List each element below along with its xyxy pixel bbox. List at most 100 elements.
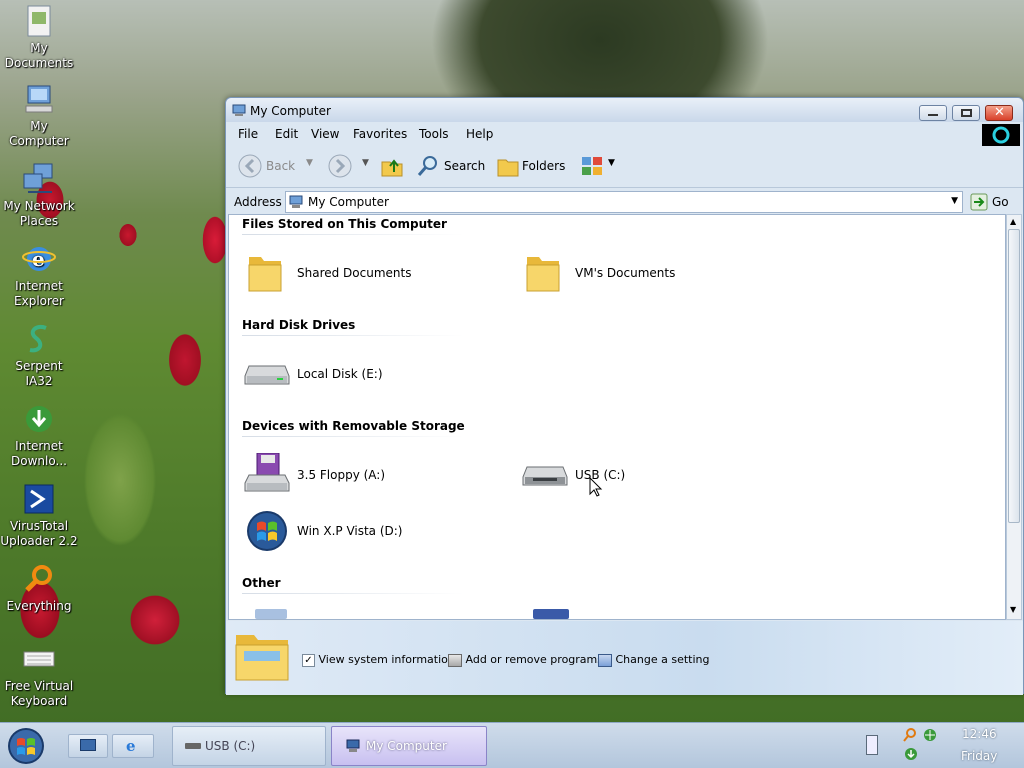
change-setting-link[interactable]: Change a setting [598,653,709,667]
check-icon: ✓ [302,653,315,667]
group-divider [242,436,464,437]
maximize-icon [961,109,972,117]
item-local-disk[interactable]: Local Disk (E:) [241,350,441,400]
search-icon [416,154,440,181]
my-documents-icon [22,4,56,38]
show-desktop-button[interactable] [68,734,108,758]
item-usb[interactable]: USB (C:) [519,451,719,501]
desktop-icon-my-computer[interactable]: My Computer [0,82,78,149]
group-title-removable: Devices with Removable Storage [242,419,465,433]
scroll-up-icon[interactable]: ▲ [1010,217,1016,226]
go-arrow-icon [970,193,988,214]
menu-view[interactable]: View [311,127,339,141]
folder-icon [245,251,285,295]
group-divider [242,335,464,336]
add-remove-programs-link[interactable]: Add or remove programs [448,653,603,667]
other-item-icon [533,609,569,619]
folders-button[interactable]: Folders [496,154,570,178]
network-places-icon [22,162,56,196]
item-winxp-vista[interactable]: Win X.P Vista (D:) [241,507,441,557]
usb-drive-icon [521,463,569,489]
keyboard-icon [22,642,56,676]
desktop-icon [80,739,96,751]
back-arrow-icon [238,154,262,181]
my-computer-icon [22,82,56,116]
folders-icon [496,154,520,181]
address-dropdown-icon[interactable]: ▼ [951,196,958,206]
tray-download-icon[interactable] [904,747,918,764]
everything-icon [22,562,56,596]
up-folder-icon[interactable] [380,154,404,181]
minimize-button[interactable] [919,105,947,121]
search-button[interactable]: Search [416,154,488,178]
floppy-drive-icon [243,452,291,496]
forward-arrow-icon [328,154,352,181]
folder-icon [523,251,563,295]
my-computer-small-icon [289,195,303,212]
my-computer-small-icon [346,739,360,756]
scroll-down-icon[interactable]: ▼ [1010,605,1016,614]
address-label: Address [234,195,282,209]
back-button[interactable]: Back ▼ [236,154,316,178]
group-title-other: Other [242,576,281,590]
taskbar-button-usb[interactable]: USB (C:) [172,726,326,766]
window-icon [232,104,246,120]
views-icon [580,154,604,181]
explorer-folder-icon [234,629,290,686]
clock-day[interactable]: Friday [961,749,997,763]
close-icon: ✕ [994,105,1005,120]
menu-edit[interactable]: Edit [275,127,298,141]
desktop-icon-my-documents[interactable]: My Documents [0,4,78,71]
close-button[interactable]: ✕ [985,105,1013,121]
windows-start-icon [8,728,44,764]
tray-search-icon[interactable] [902,727,918,746]
clock-time[interactable]: 12:46 [962,727,997,741]
internet-download-icon [22,402,56,436]
content-area: Files Stored on This Computer Shared Doc… [228,214,1006,620]
chevron-down-icon: ▼ [362,158,369,168]
tray-usb-icon[interactable] [866,735,878,755]
go-button[interactable]: Go [966,191,1016,213]
views-button[interactable]: ▼ [580,154,620,178]
usb-drive-icon [185,743,201,749]
group-title-hard-disks: Hard Disk Drives [242,318,356,332]
tray-network-icon[interactable] [922,727,938,746]
taskbar-button-my-computer[interactable]: My Computer [331,726,487,766]
view-system-info-link[interactable]: ✓ View system information [302,653,455,667]
vertical-scrollbar[interactable]: ▲ ▼ [1006,214,1022,620]
forward-button[interactable]: ▼ [328,154,372,178]
menu-tools[interactable]: Tools [419,127,449,141]
menu-help[interactable]: Help [466,127,493,141]
desktop-icon-virustotal[interactable]: VirusTotal Uploader 2.2 [0,482,78,549]
desktop-icon-internet-download[interactable]: Internet Downlo... [0,402,78,469]
desktop-icon-serpent[interactable]: Serpent IA32 [0,322,78,389]
maximize-button[interactable] [952,105,980,121]
toolbar: Back ▼ ▼ Search Folders ▼ [226,144,1023,188]
desktop-icon-keyboard[interactable]: Free Virtual Keyboard [0,642,78,709]
control-panel-icon [598,653,612,667]
group-divider [242,593,464,594]
desktop-icon-network-places[interactable]: My Network Places [0,162,78,229]
mouse-cursor-icon [589,476,603,500]
svg-text:e: e [32,247,45,271]
item-shared-documents[interactable]: Shared Documents [241,249,441,299]
title-bar[interactable]: My Computer ✕ [226,98,1023,122]
window-title: My Computer [250,104,331,118]
task-pane: ✓ View system information Add or remove … [226,621,1023,695]
address-field[interactable]: My Computer ▼ [285,191,963,213]
internet-explorer-icon: e [126,737,136,755]
scroll-thumb[interactable] [1008,229,1020,523]
internet-explorer-icon: e [22,242,56,276]
group-divider [242,234,464,235]
menu-favorites[interactable]: Favorites [353,127,407,141]
item-floppy[interactable]: 3.5 Floppy (A:) [241,451,441,501]
windows-logo-icon [245,509,289,556]
item-vms-documents[interactable]: VM's Documents [519,249,719,299]
quicklaunch-ie-button[interactable]: e [112,734,154,758]
minimize-icon [928,114,938,116]
taskbar: e USB (C:) My Computer 12:46 Friday [0,722,1024,768]
desktop-icon-internet-explorer[interactable]: e Internet Explorer [0,242,78,309]
menu-file[interactable]: File [238,127,258,141]
start-button[interactable] [6,726,46,766]
desktop-icon-everything[interactable]: Everything [0,562,78,614]
